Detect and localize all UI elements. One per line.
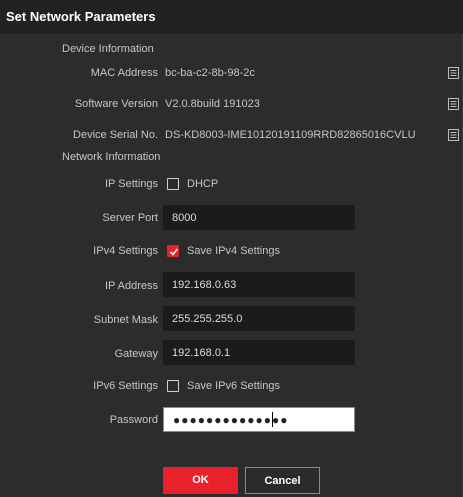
device-serial-value: DS-KD8003-IME10120191109RRD82865016CVLU	[165, 129, 416, 141]
gateway-input[interactable]	[163, 340, 355, 365]
ip-address-label: IP Address	[105, 280, 158, 292]
mac-address-value: bc-ba-c2-8b-98-2c	[165, 67, 255, 79]
text-caret	[272, 412, 273, 427]
save-ipv4-label: Save IPv4 Settings	[187, 245, 280, 257]
save-ipv6-label: Save IPv6 Settings	[187, 380, 280, 392]
ipv6-settings-label: IPv6 Settings	[93, 380, 158, 392]
save-ipv6-checkbox[interactable]	[167, 380, 179, 392]
device-serial-label: Device Serial No.	[73, 129, 158, 141]
title-bar: Set Network Parameters	[0, 0, 463, 34]
ip-address-input[interactable]	[163, 272, 355, 297]
ok-button[interactable]: OK	[163, 467, 238, 494]
copy-icon[interactable]	[448, 97, 459, 110]
cancel-button[interactable]: Cancel	[245, 467, 320, 494]
ipv4-settings-label: IPv4 Settings	[93, 245, 158, 257]
dhcp-checkbox[interactable]	[167, 178, 179, 190]
ip-settings-label: IP Settings	[105, 178, 158, 190]
subnet-mask-label: Subnet Mask	[93, 314, 158, 326]
dialog-title: Set Network Parameters	[6, 9, 156, 24]
device-information-heading: Device Information	[62, 43, 154, 55]
software-version-label: Software Version	[74, 98, 158, 110]
server-port-label: Server Port	[102, 212, 158, 224]
copy-icon[interactable]	[448, 66, 459, 79]
gateway-label: Gateway	[114, 348, 158, 360]
network-information-heading: Network Information	[62, 151, 161, 163]
mac-address-label: MAC Address	[90, 67, 158, 79]
save-ipv4-checkbox[interactable]	[167, 245, 179, 257]
password-label: Password	[109, 414, 158, 426]
password-input[interactable]	[163, 407, 355, 432]
set-network-parameters-dialog: Set Network Parameters Device Informatio…	[0, 0, 463, 497]
copy-icon[interactable]	[448, 128, 459, 141]
checkmark-icon	[169, 248, 179, 256]
dhcp-label: DHCP	[187, 178, 219, 190]
subnet-mask-input[interactable]	[163, 306, 355, 331]
server-port-input[interactable]	[163, 205, 355, 230]
software-version-value: V2.0.8build 191023	[165, 98, 260, 110]
